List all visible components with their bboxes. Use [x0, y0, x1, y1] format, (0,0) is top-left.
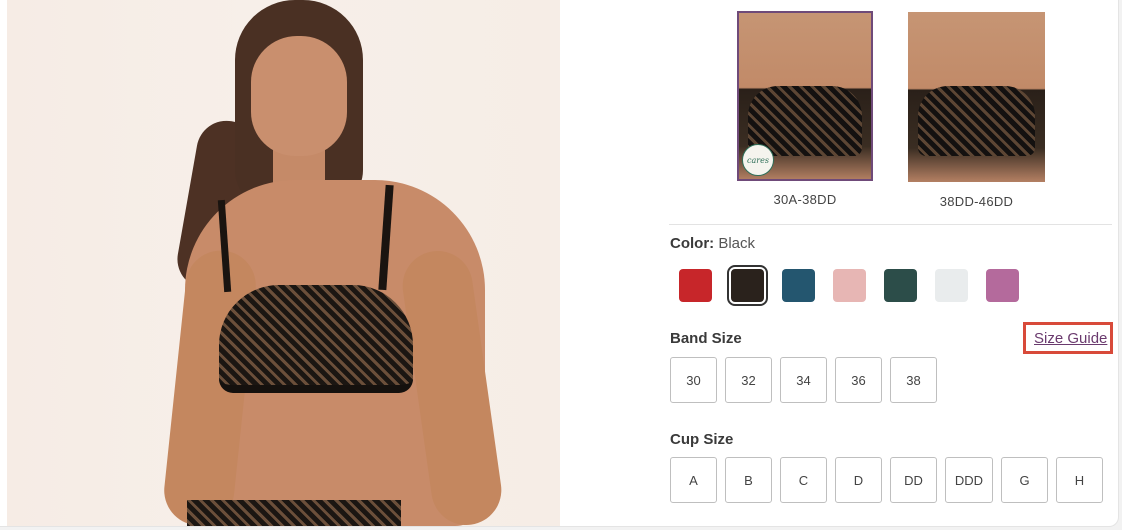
color-swatch-black[interactable] [727, 265, 768, 306]
cup-size-button[interactable]: DDD [945, 457, 993, 503]
thumbnail-image[interactable] [908, 12, 1045, 182]
color-swatch-orchid[interactable] [986, 269, 1019, 302]
color-swatch-blush-pink[interactable] [833, 269, 866, 302]
color-swatch-red[interactable] [679, 269, 712, 302]
color-swatch-white[interactable] [935, 269, 968, 302]
cup-size-button[interactable]: A [670, 457, 717, 503]
cup-size-button[interactable]: G [1001, 457, 1048, 503]
hero-figure-part [187, 500, 401, 526]
thumbnail-lace [918, 86, 1035, 156]
cares-badge-icon: cares [742, 144, 774, 176]
cup-size-button[interactable]: H [1056, 457, 1103, 503]
color-swatch-teal-blue[interactable] [782, 269, 815, 302]
cup-size-button[interactable]: D [835, 457, 882, 503]
hero-figure-part [251, 36, 347, 156]
color-swatch-dark-green[interactable] [884, 269, 917, 302]
band-size-button[interactable]: 34 [780, 357, 827, 403]
color-value: Black [718, 235, 756, 252]
cup-size-title: Cup Size [670, 431, 734, 448]
color-selection-label: Color: Black [670, 235, 755, 252]
color-label: Color: [670, 235, 715, 252]
divider [669, 224, 1112, 225]
cup-size-button[interactable]: B [725, 457, 772, 503]
cup-size-button[interactable]: C [780, 457, 827, 503]
hero-figure-part [219, 285, 413, 393]
band-size-button[interactable]: 30 [670, 357, 717, 403]
product-card: cares 30A-38DD 38DD-46DD Color: Black Ba… [0, 0, 1119, 527]
cup-size-button[interactable]: DD [890, 457, 937, 503]
product-hero-image [7, 0, 560, 526]
size-guide-link[interactable]: Size Guide [1034, 330, 1107, 347]
thumbnail-label: 30A-38DD [773, 192, 837, 207]
thumbnail-option[interactable]: 38DD-46DD [908, 12, 1045, 209]
thumbnail-label: 38DD-46DD [939, 194, 1014, 209]
band-size-button[interactable]: 36 [835, 357, 882, 403]
thumbnail-option[interactable]: cares 30A-38DD [737, 11, 873, 207]
band-size-button[interactable]: 38 [890, 357, 937, 403]
thumbnail-image[interactable]: cares [737, 11, 873, 181]
band-size-title: Band Size [670, 330, 742, 347]
band-size-button[interactable]: 32 [725, 357, 772, 403]
